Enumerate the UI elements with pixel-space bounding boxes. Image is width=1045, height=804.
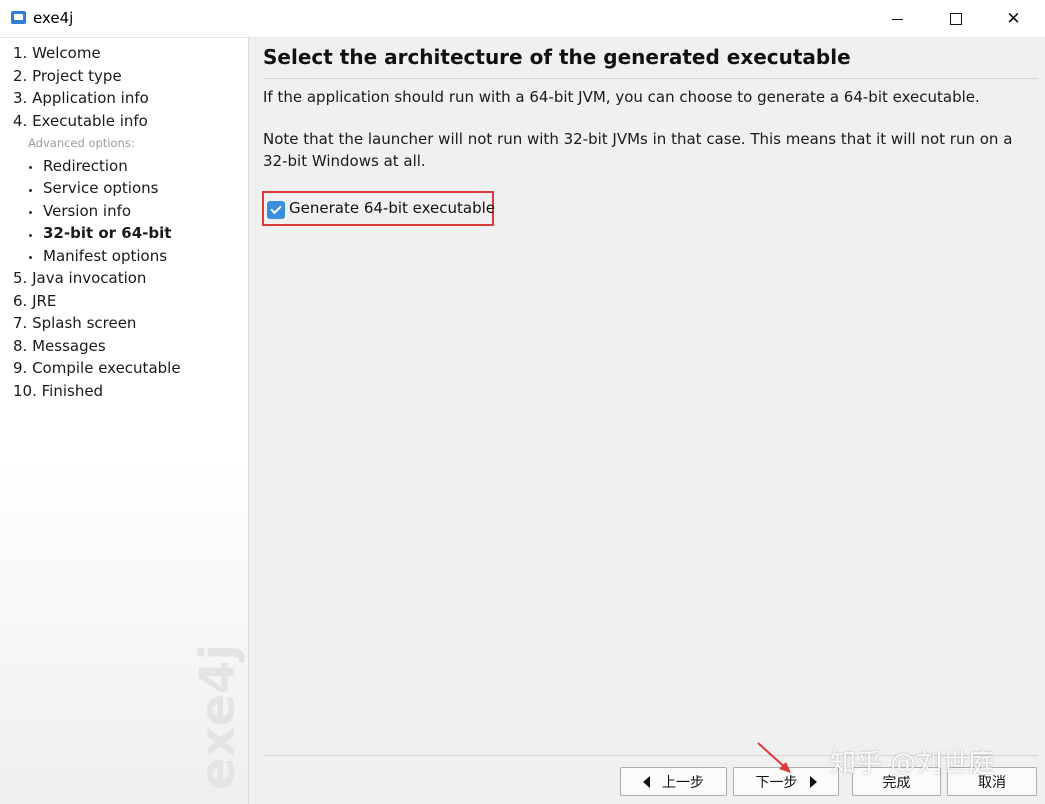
bullet-icon	[29, 189, 32, 192]
generate-64bit-label[interactable]: Generate 64-bit executable	[289, 199, 495, 217]
step-messages[interactable]: 8. Messages	[13, 337, 106, 355]
minimize-icon	[892, 18, 903, 20]
substep-service-options[interactable]: Service options	[43, 179, 158, 197]
advanced-options-label: Advanced options:	[28, 136, 135, 150]
exe4j-wizard-window: exe4j ✕ 1. Welcome 2. Project type 3. Ap…	[0, 0, 1045, 804]
page-title: Select the architecture of the generated…	[263, 45, 851, 69]
step-java-invocation[interactable]: 5. Java invocation	[13, 269, 146, 287]
triangle-right-icon	[809, 775, 817, 788]
step-splash-screen[interactable]: 7. Splash screen	[13, 314, 136, 332]
bullet-icon	[29, 256, 32, 259]
bullet-icon	[29, 234, 32, 237]
window-title: exe4j	[33, 9, 74, 27]
main-panel: Select the architecture of the generated…	[250, 38, 1045, 804]
minimize-button[interactable]	[868, 0, 927, 38]
back-button-label: 上一步	[662, 774, 704, 791]
generate-64bit-checkbox[interactable]	[267, 201, 285, 219]
app-icon	[11, 11, 26, 24]
title-bar: exe4j ✕	[0, 0, 1045, 38]
substep-redirection[interactable]: Redirection	[43, 157, 128, 175]
step-executable-info[interactable]: 4. Executable info	[13, 112, 148, 130]
step-welcome[interactable]: 1. Welcome	[13, 44, 101, 62]
step-application-info[interactable]: 3. Application info	[13, 89, 149, 107]
note-paragraph: Note that the launcher will not run with…	[263, 130, 1013, 170]
close-button[interactable]: ✕	[984, 0, 1043, 38]
exe4j-watermark-text: exe4j	[190, 644, 246, 790]
zhihu-watermark: 知乎 @刘世庭	[830, 749, 995, 779]
heading-divider	[263, 78, 1038, 79]
step-finished[interactable]: 10. Finished	[13, 382, 103, 400]
red-arrow-annotation-icon	[757, 742, 791, 773]
bullet-icon	[29, 166, 32, 169]
step-compile-executable[interactable]: 9. Compile executable	[13, 359, 181, 377]
maximize-button[interactable]	[926, 0, 985, 38]
substep-manifest-options[interactable]: Manifest options	[43, 247, 167, 265]
substep-32-or-64-bit[interactable]: 32-bit or 64-bit	[43, 224, 171, 242]
description-paragraph: If the application should run with a 64-…	[263, 88, 980, 106]
maximize-icon	[949, 13, 962, 25]
close-icon: ✕	[1006, 9, 1021, 29]
wizard-steps-sidebar: 1. Welcome 2. Project type 3. Applicatio…	[0, 38, 249, 804]
step-jre[interactable]: 6. JRE	[13, 292, 56, 310]
back-button[interactable]: 上一步	[620, 767, 727, 796]
step-project-type[interactable]: 2. Project type	[13, 67, 122, 85]
bullet-icon	[29, 211, 32, 214]
triangle-left-icon	[643, 775, 650, 788]
substep-version-info[interactable]: Version info	[43, 202, 131, 220]
checkmark-icon	[270, 202, 282, 215]
